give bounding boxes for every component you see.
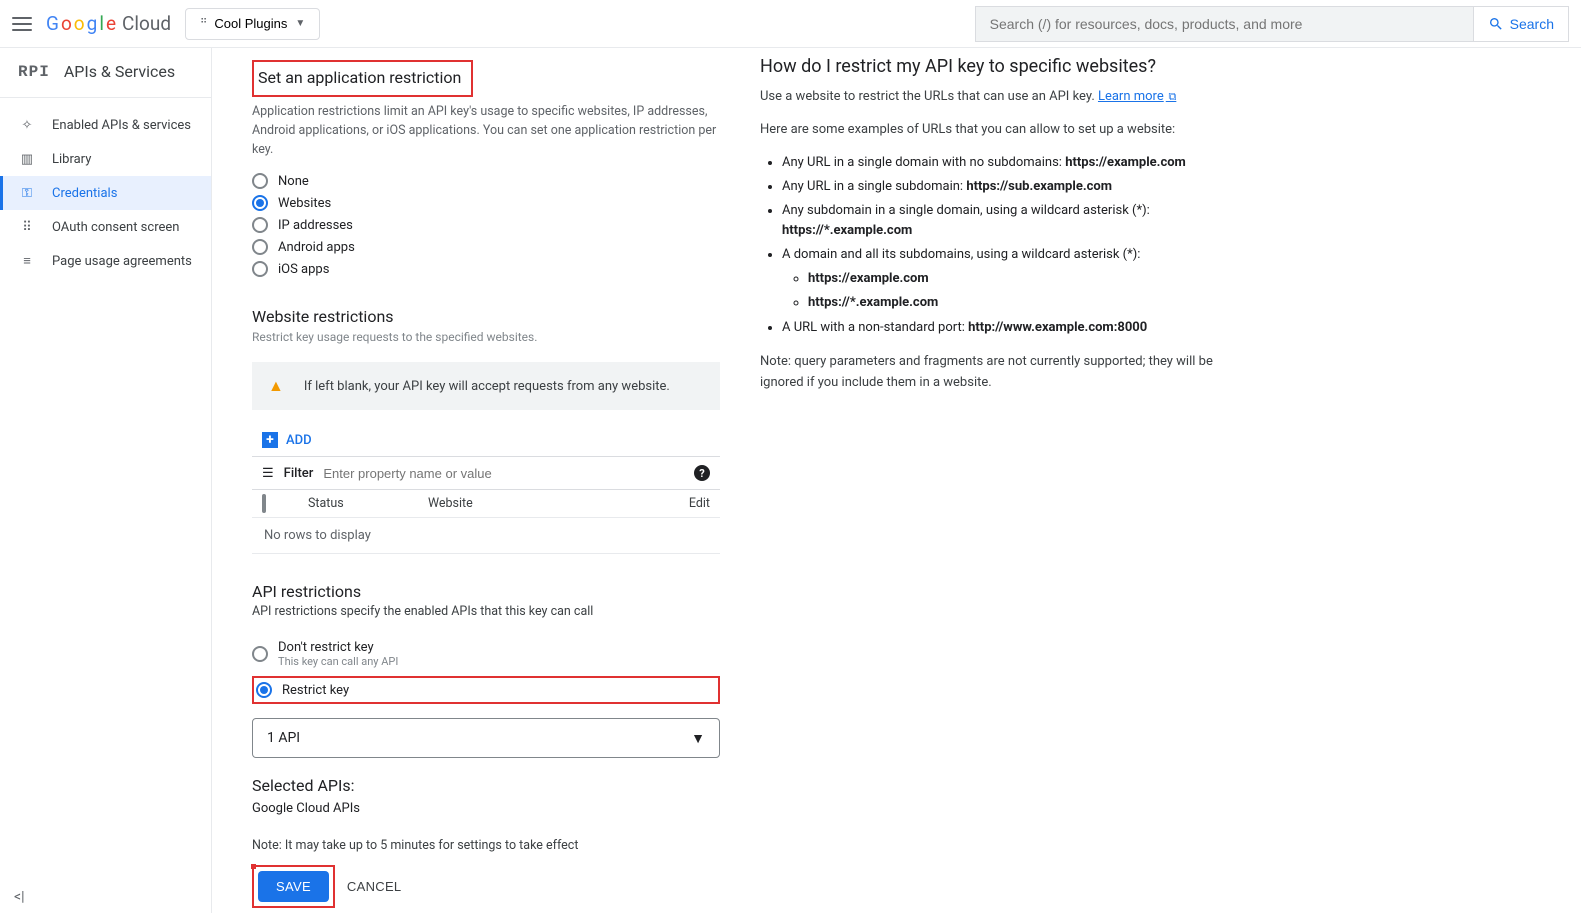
help-list: Any URL in a single domain with no subdo… <box>760 153 1240 338</box>
collapse-handle[interactable]: <| <box>14 889 25 905</box>
note-text: Note: It may take up to 5 minutes for se… <box>252 838 720 853</box>
help-icon[interactable]: ? <box>694 465 710 481</box>
logo[interactable]: Google Cloud <box>46 12 171 35</box>
save-button[interactable]: SAVE <box>258 871 329 902</box>
top-header: Google Cloud ⠛ Cool Plugins ▼ Search <box>0 0 1581 48</box>
chevron-down-icon: ▼ <box>295 18 305 29</box>
help-sublist-item: https://*.example.com <box>808 293 1240 313</box>
radio-icon <box>252 261 268 277</box>
warning-icon: ▲ <box>268 376 284 396</box>
highlight-restrict-key: Restrict key <box>252 676 720 704</box>
library-icon: ▥ <box>18 150 36 168</box>
learn-more-link[interactable]: Learn more ⧉ <box>1098 89 1176 104</box>
selected-api: Google Cloud APIs <box>252 801 720 816</box>
app-restriction-options: None Websites IP addresses Android apps … <box>252 173 720 277</box>
api-restriction-options: Don't restrict key This key can call any… <box>252 640 720 704</box>
warning-box: ▲ If left blank, your API key will accep… <box>252 362 720 410</box>
help-list-item: Any URL in a single subdomain: https://s… <box>782 177 1240 197</box>
help-paragraph: Use a website to restrict the URLs that … <box>760 87 1240 108</box>
filter-label: Filter <box>284 466 314 481</box>
logo-suffix: Cloud <box>122 12 171 35</box>
cancel-button[interactable]: CANCEL <box>347 879 402 894</box>
highlight-save: SAVE <box>252 865 335 908</box>
help-list-item: A domain and all its subdomains, using a… <box>782 245 1240 313</box>
highlight-app-restriction: Set an application restriction <box>252 60 473 97</box>
help-column: How do I restrict my API key to specific… <box>740 48 1240 873</box>
search-button[interactable]: Search <box>1473 6 1569 42</box>
help-list-item: A URL with a non-standard port: http://w… <box>782 318 1240 338</box>
radio-websites[interactable]: Websites <box>252 195 720 211</box>
radio-dont-restrict[interactable]: Don't restrict key This key can call any… <box>252 640 720 668</box>
external-icon: ⧉ <box>1166 90 1177 103</box>
help-paragraph: Here are some examples of URLs that you … <box>760 120 1240 141</box>
radio-icon <box>256 682 272 698</box>
hamburger-icon[interactable] <box>12 14 32 34</box>
project-icon: ⠛ <box>200 18 206 29</box>
plus-icon: + <box>262 432 278 448</box>
radio-restrict-key[interactable]: Restrict key <box>256 682 618 698</box>
api-icon: RPI <box>18 63 50 81</box>
api-restrictions-title: API restrictions <box>252 582 720 601</box>
radio-ios[interactable]: iOS apps <box>252 261 720 277</box>
key-icon: ⚿ <box>18 184 36 202</box>
sidebar-item-enabled-apis[interactable]: ✧ Enabled APIs & services <box>0 108 211 142</box>
sidenav: RPI APIs & Services ✧ Enabled APIs & ser… <box>0 48 212 913</box>
button-row: SAVE CANCEL <box>252 865 720 908</box>
col-status: Status <box>308 496 428 511</box>
radio-android[interactable]: Android apps <box>252 239 720 255</box>
search-input[interactable] <box>975 6 1473 42</box>
filter-row: ☰ Filter ? <box>252 456 720 490</box>
website-restrictions-title: Website restrictions <box>252 307 720 326</box>
radio-icon <box>252 173 268 189</box>
col-edit: Edit <box>650 496 710 511</box>
sidebar-item-oauth[interactable]: ⠿ OAuth consent screen <box>0 210 211 244</box>
filter-input[interactable] <box>323 466 684 481</box>
filter-icon: ☰ <box>262 466 274 481</box>
diamond-icon: ✧ <box>18 116 36 134</box>
empty-table: No rows to display <box>252 518 720 554</box>
help-sublist-item: https://example.com <box>808 269 1240 289</box>
select-all-checkbox[interactable] <box>262 494 266 513</box>
radio-icon <box>252 217 268 233</box>
help-title: How do I restrict my API key to specific… <box>760 56 1240 77</box>
help-list-item: Any URL in a single domain with no subdo… <box>782 153 1240 173</box>
radio-icon <box>252 195 268 211</box>
project-name: Cool Plugins <box>214 16 287 31</box>
selected-apis-title: Selected APIs: <box>252 776 720 795</box>
website-restrictions-desc: Restrict key usage requests to the speci… <box>252 330 720 344</box>
add-website-button[interactable]: + ADD <box>252 410 720 456</box>
help-list-item: Any subdomain in a single domain, using … <box>782 201 1240 241</box>
api-restrictions-desc: API restrictions specify the enabled API… <box>252 603 720 622</box>
project-selector[interactable]: ⠛ Cool Plugins ▼ <box>185 8 320 40</box>
help-note: Note: query parameters and fragments are… <box>760 352 1240 394</box>
search-group: Search <box>975 6 1569 42</box>
sidebar-item-agreements[interactable]: ≡ Page usage agreements <box>0 244 211 278</box>
consent-icon: ⠿ <box>18 218 36 236</box>
section-title-app-restriction: Set an application restriction <box>258 68 461 87</box>
agreement-icon: ≡ <box>18 252 36 270</box>
col-website: Website <box>428 496 650 511</box>
radio-ip[interactable]: IP addresses <box>252 217 720 233</box>
search-icon <box>1488 16 1504 32</box>
radio-icon <box>252 239 268 255</box>
sidenav-title: RPI APIs & Services <box>0 56 211 98</box>
radio-none[interactable]: None <box>252 173 720 189</box>
table-header: Status Website Edit <box>252 490 720 518</box>
sidebar-item-credentials[interactable]: ⚿ Credentials <box>0 176 211 210</box>
sidebar-item-library[interactable]: ▥ Library <box>0 142 211 176</box>
chevron-down-icon: ▼ <box>691 730 705 747</box>
main: Set an application restriction Applicati… <box>212 48 1581 913</box>
app-restriction-desc: Application restrictions limit an API ke… <box>252 103 720 159</box>
api-select[interactable]: 1 API ▼ <box>252 718 720 758</box>
left-column: Set an application restriction Applicati… <box>212 48 740 873</box>
radio-icon <box>252 646 268 662</box>
